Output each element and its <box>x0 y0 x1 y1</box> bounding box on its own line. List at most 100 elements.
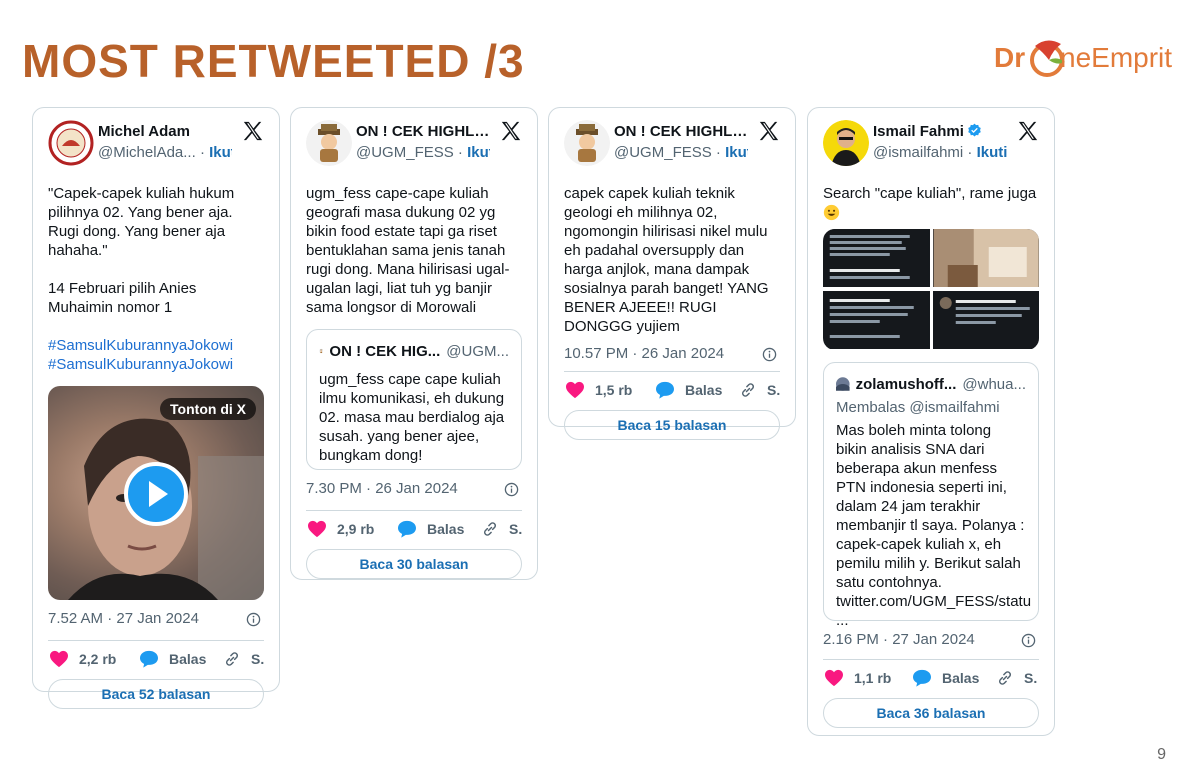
avatar[interactable] <box>564 120 610 166</box>
reply-label: Balas <box>427 521 465 537</box>
share-button[interactable]: S. <box>739 381 780 399</box>
tweet-header: Ismail Fahmi @ismailfahmi · Ikuti <box>823 120 1039 170</box>
tweet-timestamp[interactable]: 10.57 PM · 26 Jan 2024 <box>564 345 724 362</box>
play-icon[interactable] <box>124 462 188 526</box>
like-button[interactable]: 1,5 rb <box>565 381 632 399</box>
link-icon <box>483 522 497 536</box>
page-number: 9 <box>1157 746 1166 763</box>
info-icon[interactable] <box>1021 633 1036 648</box>
reply-button[interactable]: Balas <box>397 520 464 538</box>
read-replies-button[interactable]: Baca 52 balasan <box>48 679 264 709</box>
link-icon <box>225 652 239 666</box>
reply-button[interactable]: Balas <box>655 381 722 399</box>
like-button[interactable]: 2,2 rb <box>49 650 116 668</box>
watch-on-x-label[interactable]: Tonton di X <box>160 398 256 420</box>
tweet-card: Michel Adam @MichelAda... · Ikuti "Capek… <box>32 107 280 709</box>
video-thumbnail[interactable]: Tonton di X <box>48 386 264 600</box>
replying-to-label: Membalas @ismailfahmi <box>836 399 1000 416</box>
author-handle[interactable]: @UGM_FESS <box>356 144 454 161</box>
tweet-header: Michel Adam @MichelAda... · Ikuti <box>48 120 264 170</box>
info-icon[interactable] <box>246 612 261 627</box>
share-button[interactable]: S. <box>481 520 522 538</box>
reply-label: Balas <box>685 382 723 398</box>
tweet-timestamp[interactable]: 7.30 PM · 26 Jan 2024 <box>306 480 458 497</box>
share-button[interactable]: S. <box>223 650 264 668</box>
tweet-timestamp[interactable]: 7.52 AM · 27 Jan 2024 <box>48 610 199 627</box>
share-label: S. <box>1024 670 1038 686</box>
like-button[interactable]: 2,9 rb <box>307 520 374 538</box>
share-label: S. <box>509 521 523 537</box>
heart-icon <box>566 381 584 399</box>
reply-button[interactable]: Balas <box>912 669 979 687</box>
x-logo-icon[interactable] <box>500 120 522 142</box>
read-replies-button[interactable]: Baca 36 balasan <box>823 698 1039 728</box>
tweet-header: ON ! CEK HIGHLI... @UGM_FESS · Ikuti <box>306 120 522 170</box>
follow-button[interactable]: Ikuti <box>725 144 748 161</box>
author-handle[interactable]: @MichelAda... <box>98 144 196 161</box>
like-count: 2,9 rb <box>337 521 375 537</box>
hashtag-link[interactable]: #SamsulKuburannyaJokowi <box>48 336 264 355</box>
link-icon <box>741 383 755 397</box>
tweet-header: ON ! CEK HIGHLI... @UGM_FESS · Ikuti <box>564 120 780 170</box>
slide-title: MOST RETWEETED /3 <box>22 35 525 87</box>
like-button[interactable]: 1,1 rb <box>824 669 891 687</box>
separator-dot: · <box>457 144 463 161</box>
hashtag-link[interactable]: #SamsulKuburannyaJokowi <box>48 355 264 374</box>
reply-button[interactable]: Balas <box>139 650 206 668</box>
tweet-actions: 1,5 rb Balas S. <box>564 372 780 410</box>
author-name[interactable]: ON ! CEK HIGHLI... <box>356 123 490 140</box>
speech-bubble-icon <box>656 381 674 399</box>
speech-bubble-icon <box>913 669 931 687</box>
share-button[interactable]: S. <box>996 669 1037 687</box>
avatar[interactable] <box>306 120 352 166</box>
quote-text: ugm_fess cape cape kuliah ilmu komunikas… <box>319 371 505 464</box>
quoted-tweet[interactable]: ON ! CEK HIG... @UGM... ugm_fess cape ca… <box>306 329 522 470</box>
author-name[interactable]: Michel Adam <box>98 123 232 140</box>
follow-button[interactable]: Ikuti <box>209 144 232 161</box>
tweet-actions: 2,2 rb Balas S. <box>48 641 264 679</box>
verified-badge-icon <box>968 123 981 137</box>
tweet-card: ON ! CEK HIGHLI... @UGM_FESS · Ikuti cap… <box>548 107 796 440</box>
share-label: S. <box>767 382 781 398</box>
heart-icon <box>308 520 326 538</box>
x-logo-icon[interactable] <box>758 120 780 142</box>
like-count: 1,5 rb <box>595 382 633 398</box>
info-icon[interactable] <box>762 347 777 362</box>
avatar <box>319 348 324 354</box>
room-photo-image[interactable] <box>932 229 1039 287</box>
follow-button[interactable]: Ikuti <box>977 144 1007 161</box>
tweet-timestamp[interactable]: 2.16 PM · 27 Jan 2024 <box>823 631 975 648</box>
speech-bubble-icon <box>398 520 416 538</box>
x-logo-icon[interactable] <box>242 120 264 142</box>
image-grid[interactable] <box>823 229 1039 350</box>
read-replies-button[interactable]: Baca 15 balasan <box>564 410 780 440</box>
quote-author-name: zolamushoff... <box>855 375 957 393</box>
tweet-card: Ismail Fahmi @ismailfahmi · Ikuti Search… <box>807 107 1055 736</box>
tweet-text: ugm_fess cape-cape kuliah geografi masa … <box>306 185 510 316</box>
speech-bubble-icon <box>140 650 158 668</box>
quote-author-name: ON ! CEK HIG... <box>329 342 441 360</box>
tweet-text: "Capek-capek kuliah hukum pilihnya 02. Y… <box>48 185 235 316</box>
author-name[interactable]: ON ! CEK HIGHLI... <box>614 123 748 140</box>
like-count: 2,2 rb <box>79 651 117 667</box>
screenshot-image[interactable] <box>823 229 930 287</box>
author-handle[interactable]: @UGM_FESS <box>614 144 712 161</box>
quoted-tweet[interactable]: zolamushoff... @whua... Membalas @ismail… <box>823 362 1039 629</box>
tweet-text: capek capek kuliah teknik geologi eh mil… <box>564 185 769 335</box>
x-logo-icon[interactable] <box>1017 120 1039 142</box>
author-handle[interactable]: @ismailfahmi <box>873 144 963 161</box>
tweet-text: Search "cape kuliah", rame juga <box>823 185 1037 202</box>
author-name[interactable]: Ismail Fahmi <box>873 123 1007 140</box>
follow-button[interactable]: Ikuti <box>467 144 490 161</box>
like-count: 1,1 rb <box>854 670 892 686</box>
grinning-emoji-icon <box>823 204 840 221</box>
screenshot-image[interactable] <box>932 291 1039 349</box>
brand-text-dr: Dr <box>994 42 1026 73</box>
screenshot-image[interactable] <box>823 291 930 349</box>
read-replies-button[interactable]: Baca 30 balasan <box>306 549 522 579</box>
info-icon[interactable] <box>504 482 519 497</box>
link-icon <box>998 671 1012 685</box>
avatar <box>836 377 850 391</box>
avatar[interactable] <box>48 120 94 166</box>
avatar[interactable] <box>823 120 869 166</box>
